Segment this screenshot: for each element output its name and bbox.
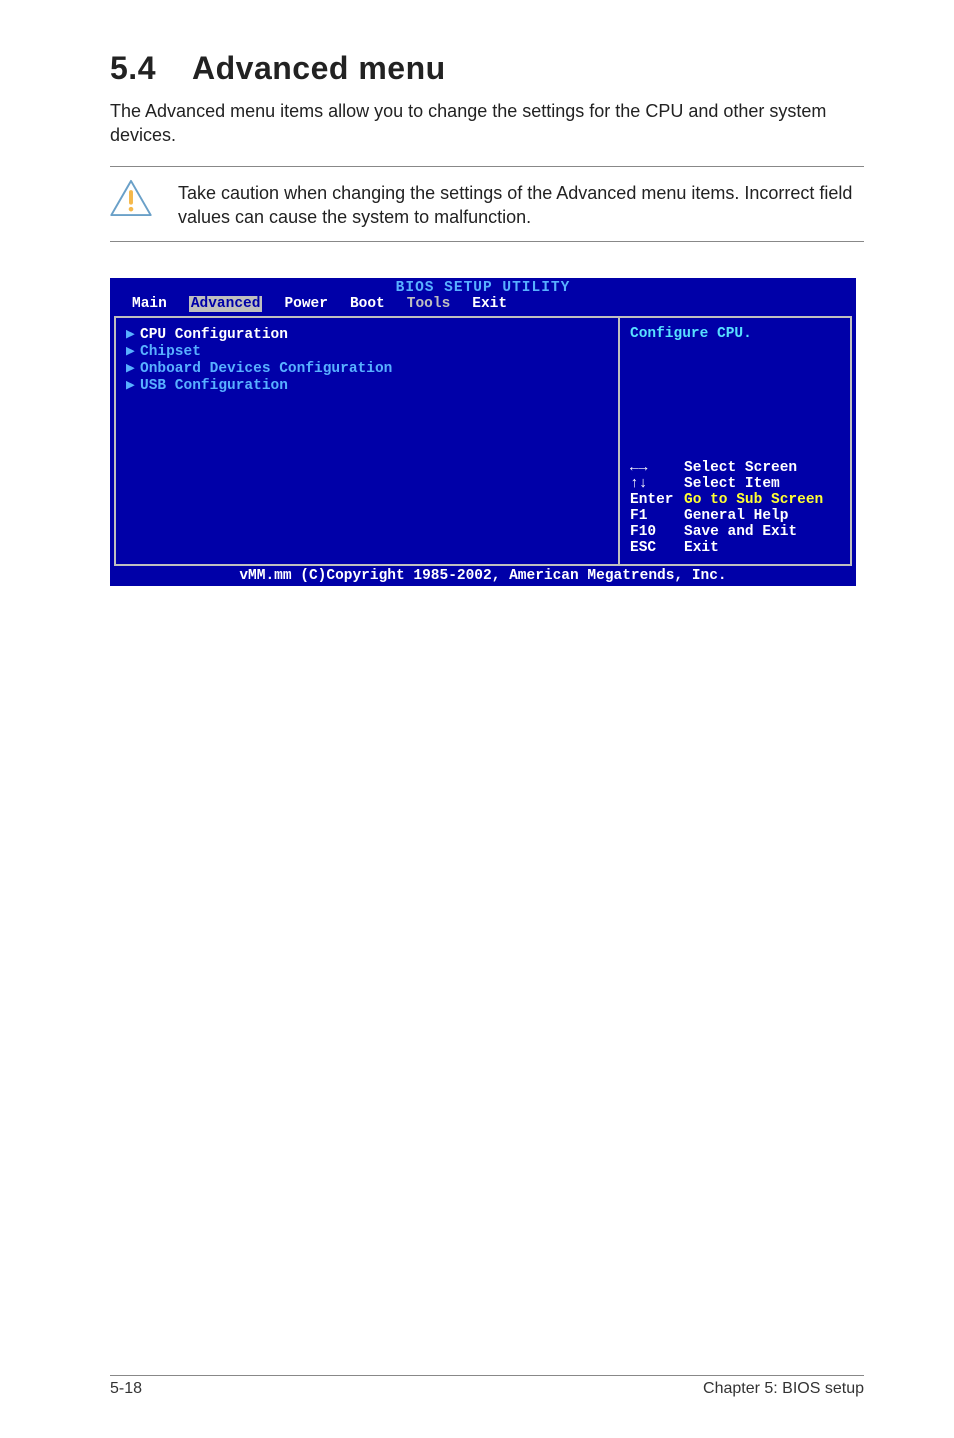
- menu-cpu-configuration[interactable]: ▶CPU Configuration: [126, 326, 608, 343]
- bios-help-text: Configure CPU.: [630, 326, 840, 342]
- bios-copyright: vMM.mm (C)Copyright 1985-2002, American …: [110, 568, 856, 586]
- bios-screenshot: BIOS SETUP UTILITY Main Advanced Power B…: [110, 278, 856, 586]
- chapter-label: Chapter 5: BIOS setup: [703, 1380, 864, 1398]
- intro-paragraph: The Advanced menu items allow you to cha…: [110, 99, 864, 148]
- bios-title: BIOS SETUP UTILITY: [110, 278, 856, 296]
- bios-tab-bar: Main Advanced Power Boot Tools Exit: [110, 296, 856, 316]
- tab-power[interactable]: Power: [284, 296, 328, 312]
- key-enter: EnterGo to Sub Screen: [630, 492, 840, 508]
- tab-advanced[interactable]: Advanced: [189, 296, 263, 312]
- key-f1: F1General Help: [630, 508, 840, 524]
- tab-tools[interactable]: Tools: [407, 296, 451, 312]
- tab-main[interactable]: Main: [132, 296, 167, 312]
- page-footer: 5-18 Chapter 5: BIOS setup: [110, 1375, 864, 1398]
- caution-note: Take caution when changing the settings …: [110, 166, 864, 243]
- menu-usb-configuration[interactable]: ▶USB Configuration: [126, 377, 608, 394]
- tab-exit[interactable]: Exit: [472, 296, 507, 312]
- menu-onboard-devices[interactable]: ▶Onboard Devices Configuration: [126, 360, 608, 377]
- section-title-text: Advanced menu: [192, 50, 446, 86]
- section-heading: 5.4 Advanced menu: [110, 50, 864, 87]
- key-select-item: ↑↓Select Item: [630, 476, 840, 492]
- key-f10: F10Save and Exit: [630, 524, 840, 540]
- key-select-screen: ←→Select Screen: [630, 460, 840, 476]
- page-number: 5-18: [110, 1380, 142, 1398]
- tab-boot[interactable]: Boot: [350, 296, 385, 312]
- key-esc: ESCExit: [630, 540, 840, 556]
- bios-key-legend: ←→Select Screen ↑↓Select Item EnterGo to…: [630, 460, 840, 556]
- bios-help-pane: Configure CPU. ←→Select Screen ↑↓Select …: [618, 318, 850, 564]
- caution-icon: [110, 177, 152, 224]
- caution-text: Take caution when changing the settings …: [178, 177, 864, 230]
- menu-chipset[interactable]: ▶Chipset: [126, 343, 608, 360]
- bios-menu-pane: ▶CPU Configuration ▶Chipset ▶Onboard Dev…: [116, 318, 618, 564]
- section-number: 5.4: [110, 50, 156, 87]
